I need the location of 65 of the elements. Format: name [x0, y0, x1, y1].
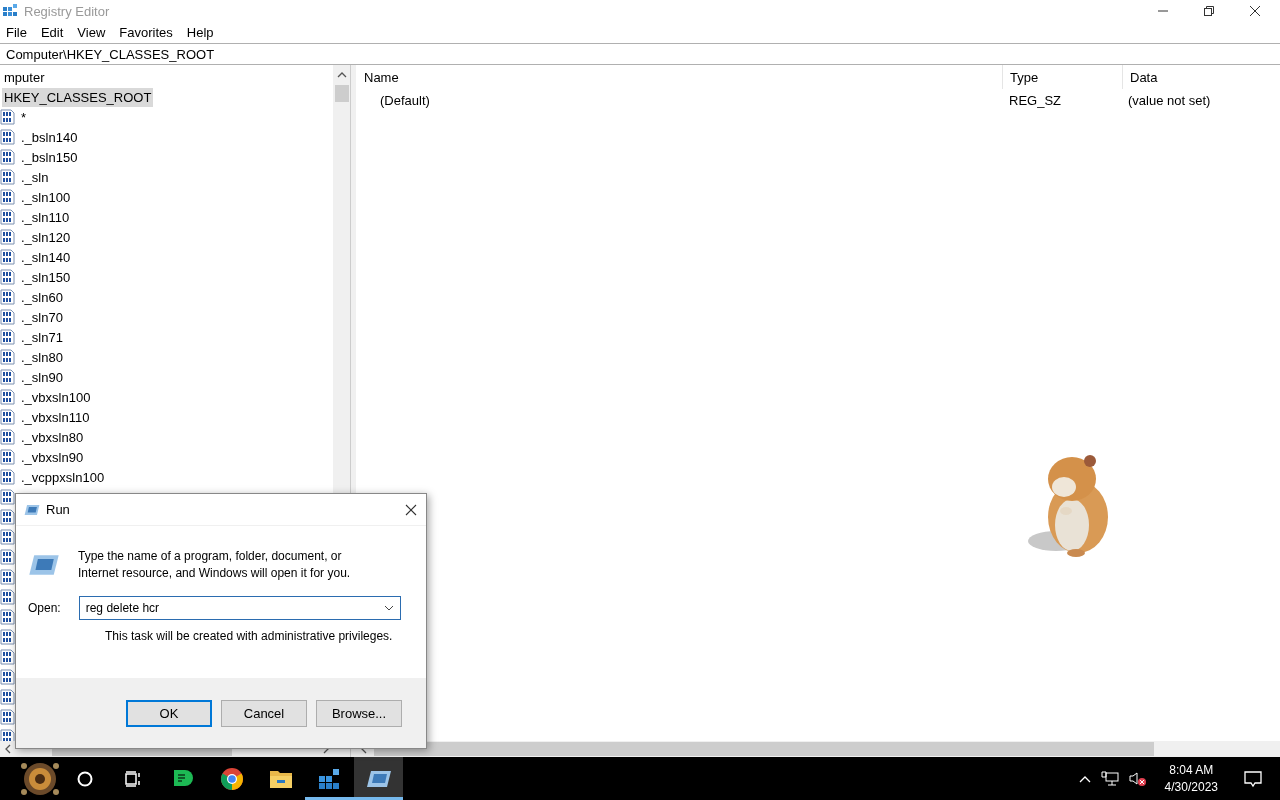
privilege-note: This task will be created with administrative privileges. — [105, 629, 394, 643]
tree-item[interactable]: ._vbxsln80 — [19, 427, 86, 447]
column-header[interactable]: Type — [1003, 65, 1123, 89]
tree-item[interactable]: ._sln140 — [19, 247, 73, 267]
tree-item[interactable]: ._sln80 — [19, 347, 65, 367]
menu-item[interactable]: Edit — [40, 25, 64, 40]
folder-icon — [268, 768, 293, 789]
cubes-icon — [2, 3, 18, 19]
chevron-up-icon[interactable] — [1078, 774, 1091, 783]
table-cell: (value not set) — [1128, 92, 1211, 108]
tree-item[interactable]: ._sln90 — [19, 367, 65, 387]
column-header[interactable]: Data — [1123, 69, 1280, 85]
tree-item[interactable]: HKEY_CLASSES_ROOT — [2, 87, 154, 107]
gear-icon — [20, 760, 60, 797]
restore-icon[interactable] — [1203, 5, 1215, 17]
search-icon — [76, 770, 93, 787]
window-icon — [365, 769, 392, 788]
tree-item[interactable]: ._sln110 — [19, 207, 72, 227]
tree-item[interactable]: ._bsln150 — [19, 147, 80, 167]
dialog-button[interactable]: Cancel — [221, 699, 307, 727]
address-bar[interactable]: Computer\HKEY_CLASSES_ROOT — [0, 43, 1280, 65]
dialog-description: Type the name of a program, folder, document, or Internet resource, and Windows will open it for you. — [78, 548, 352, 582]
tree-item[interactable]: ._sln150 — [19, 267, 73, 287]
tree-item[interactable]: ._vcppxsln100 — [19, 467, 107, 487]
muted-speaker-icon[interactable] — [1128, 770, 1147, 787]
horizontal-scrollbar[interactable] — [356, 741, 1280, 757]
taskbar-button[interactable] — [354, 757, 403, 800]
dialog-button[interactable]: Browse... — [316, 699, 402, 727]
dialog-title: Run — [46, 502, 70, 517]
tree-item[interactable]: ._sln120 — [19, 227, 73, 247]
menu-item[interactable]: File — [6, 25, 27, 40]
dialog-button[interactable]: OK — [126, 699, 212, 727]
window-title: Registry Editor — [24, 3, 110, 19]
close-icon[interactable] — [405, 503, 417, 516]
scrollbar-thumb[interactable] — [374, 742, 1154, 756]
tree-item[interactable]: ._sln — [19, 167, 51, 187]
close-icon[interactable] — [1249, 5, 1261, 17]
menu-item[interactable]: View — [77, 25, 106, 40]
table-cell: (Default) — [380, 92, 430, 108]
window-icon — [28, 554, 60, 576]
tree-item[interactable]: ._vbxsln100 — [19, 387, 93, 407]
tree-item[interactable]: mputer — [2, 67, 47, 87]
menu-item[interactable]: Help — [186, 25, 214, 40]
tree-item[interactable]: ._sln100 — [19, 187, 73, 207]
tree-item[interactable]: ._sln70 — [19, 307, 65, 327]
column-header[interactable]: Name — [356, 65, 1003, 89]
tree-item[interactable]: ._vbxsln90 — [19, 447, 86, 467]
command-field[interactable]: reg delete hcr — [78, 596, 401, 620]
task-view-icon — [124, 770, 143, 787]
clock-date[interactable]: 4/30/2023 — [1164, 778, 1218, 796]
clock-time[interactable]: 8:04 AM — [1169, 761, 1214, 779]
tree-item[interactable]: * — [19, 107, 29, 127]
tree-item[interactable]: ._sln71 — [19, 327, 65, 347]
network-icon[interactable] — [1100, 770, 1119, 787]
scrollbar-thumb[interactable] — [334, 85, 349, 102]
tree-item[interactable]: ._sln60 — [19, 287, 65, 307]
tree-item[interactable]: ._bsln140 — [19, 127, 80, 147]
cubes-icon — [317, 766, 342, 791]
notification-icon[interactable] — [1244, 769, 1262, 788]
tree-item[interactable]: ._vbxsln110 — [19, 407, 92, 427]
window-icon — [24, 503, 40, 516]
table-cell: REG_SZ — [1009, 92, 1061, 108]
field-label: Open: — [28, 601, 61, 615]
menu-item[interactable]: Favorites — [119, 25, 173, 40]
browser-icon — [219, 766, 244, 791]
